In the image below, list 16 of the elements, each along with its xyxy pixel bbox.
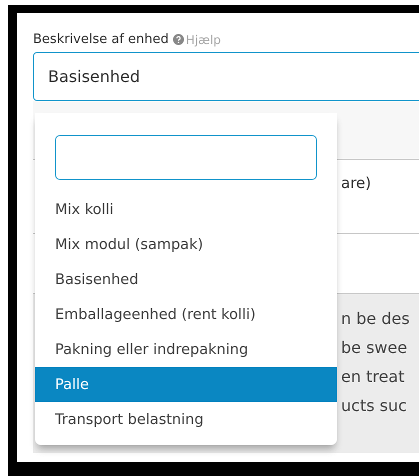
dropdown-option[interactable]: Pakning eller indrepakning	[35, 332, 337, 367]
dropdown-option[interactable]: Transport belastning	[35, 402, 337, 437]
description-line: be swee	[341, 337, 408, 359]
description-line: n be des	[341, 308, 411, 330]
unit-select[interactable]: Basisenhed	[33, 52, 419, 101]
help-icon	[172, 34, 184, 45]
row-text: are)	[341, 174, 372, 192]
search-field[interactable]	[55, 135, 317, 180]
dropdown-option[interactable]: Mix modul (sampak)	[35, 227, 337, 262]
description-line: en treat	[341, 366, 406, 388]
dropdown-option[interactable]: Mix kolli	[35, 192, 337, 227]
dropdown-option[interactable]: Basisenhed	[35, 262, 337, 297]
description-line: ucts suc	[341, 395, 408, 417]
dropdown-option[interactable]: Emballageenhed (rent kolli)	[35, 297, 337, 332]
dropdown-option[interactable]: Palle	[35, 367, 337, 402]
field-label: Beskrivelse af enhed	[33, 32, 169, 47]
